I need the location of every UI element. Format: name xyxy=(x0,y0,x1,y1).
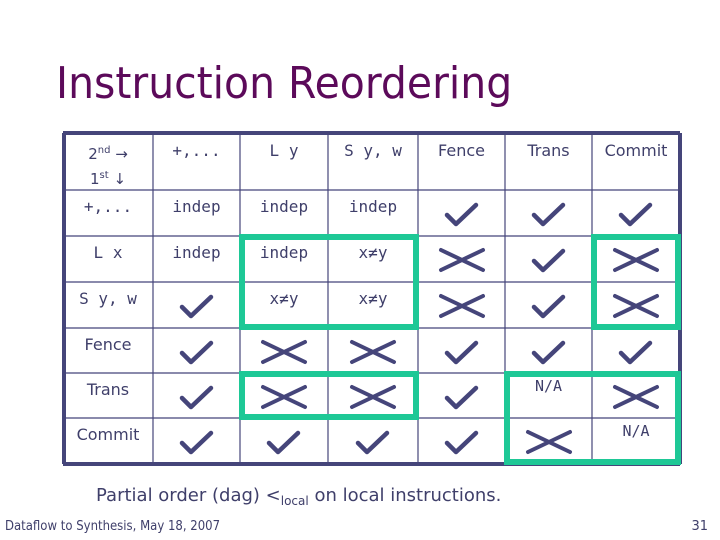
cross-icon xyxy=(438,248,485,272)
row-header: L x xyxy=(93,243,123,262)
check-icon xyxy=(531,248,565,273)
table-cell: x≠y xyxy=(358,289,388,308)
table-cell xyxy=(153,282,240,328)
table-cell xyxy=(592,236,680,282)
cross-icon xyxy=(438,294,485,318)
column-header: Fence xyxy=(438,141,485,160)
table-cell xyxy=(418,190,505,236)
table-cell xyxy=(328,373,418,418)
table-cell xyxy=(418,418,505,463)
check-icon xyxy=(179,294,213,319)
check-icon xyxy=(444,340,478,365)
table-cell xyxy=(240,328,328,373)
table-cell xyxy=(418,328,505,373)
table-cell xyxy=(505,328,592,373)
table-cell xyxy=(505,236,592,282)
check-icon xyxy=(531,294,565,319)
cross-icon xyxy=(613,385,659,409)
table-cell: N/A xyxy=(534,377,563,395)
caption-prefix: Partial order (dag) xyxy=(96,485,266,506)
table-cell xyxy=(328,328,418,373)
table-cell xyxy=(153,328,240,373)
column-header: Commit xyxy=(604,141,668,160)
table-cell: x≠y xyxy=(269,289,299,308)
table-cell xyxy=(153,418,240,463)
caption-subscript: local xyxy=(280,494,309,508)
table-cell: indep xyxy=(172,197,221,216)
table-cell xyxy=(592,190,680,236)
check-icon xyxy=(266,430,301,455)
table-cell: N/A xyxy=(622,422,650,440)
table-cell xyxy=(592,328,680,373)
column-header: +,... xyxy=(172,141,221,160)
table-cell xyxy=(505,190,592,236)
corner-header: 2nd → 1st ↓ xyxy=(63,134,153,190)
precedes-symbol: < xyxy=(265,485,281,506)
cross-icon xyxy=(350,340,396,364)
check-icon xyxy=(531,340,565,365)
check-icon xyxy=(444,430,478,455)
table-cell xyxy=(328,418,418,463)
cross-icon xyxy=(261,385,307,409)
column-header: S y, w xyxy=(344,141,402,160)
table-cell xyxy=(240,418,328,463)
caption: Partial order (dag) <local on local inst… xyxy=(96,485,501,508)
check-icon xyxy=(355,430,390,455)
row-header: S y, w xyxy=(79,289,137,308)
cross-icon xyxy=(613,248,659,272)
table-cell: indep xyxy=(259,197,309,216)
row-header: Trans xyxy=(86,380,130,399)
table-cell xyxy=(418,373,505,418)
table-cell: indep xyxy=(348,197,398,216)
check-icon xyxy=(179,385,213,410)
page-number: 31 xyxy=(691,519,708,534)
table-cell xyxy=(592,282,680,328)
row-header: +,... xyxy=(83,197,133,216)
check-icon xyxy=(179,430,213,455)
column-header: L y xyxy=(269,141,299,160)
table-cell xyxy=(505,418,592,463)
check-icon xyxy=(444,385,478,410)
table-cell: indep xyxy=(172,243,221,262)
table-cell xyxy=(240,373,328,418)
cross-icon xyxy=(261,340,307,364)
cross-icon xyxy=(525,430,572,454)
table-cell xyxy=(418,282,505,328)
second-instruction-label: 2nd → xyxy=(88,145,128,163)
check-icon xyxy=(618,340,653,365)
footer-text: Dataflow to Synthesis, May 18, 2007 xyxy=(5,519,221,534)
column-header: Trans xyxy=(527,141,570,160)
check-icon xyxy=(618,202,653,227)
table-cell xyxy=(153,373,240,418)
table-cell: x≠y xyxy=(358,243,388,262)
table-cell: indep xyxy=(259,243,309,262)
table-cell xyxy=(418,236,505,282)
row-header: Fence xyxy=(84,335,132,354)
cross-icon xyxy=(350,385,396,409)
first-instruction-label: 1st ↓ xyxy=(89,170,127,188)
check-icon xyxy=(531,202,565,227)
cross-icon xyxy=(613,294,659,318)
caption-suffix: on local instructions. xyxy=(308,485,502,506)
row-header: Commit xyxy=(76,425,140,444)
table-cell xyxy=(592,373,680,418)
check-icon xyxy=(179,340,213,365)
check-icon xyxy=(444,202,478,227)
table-cell xyxy=(505,282,592,328)
